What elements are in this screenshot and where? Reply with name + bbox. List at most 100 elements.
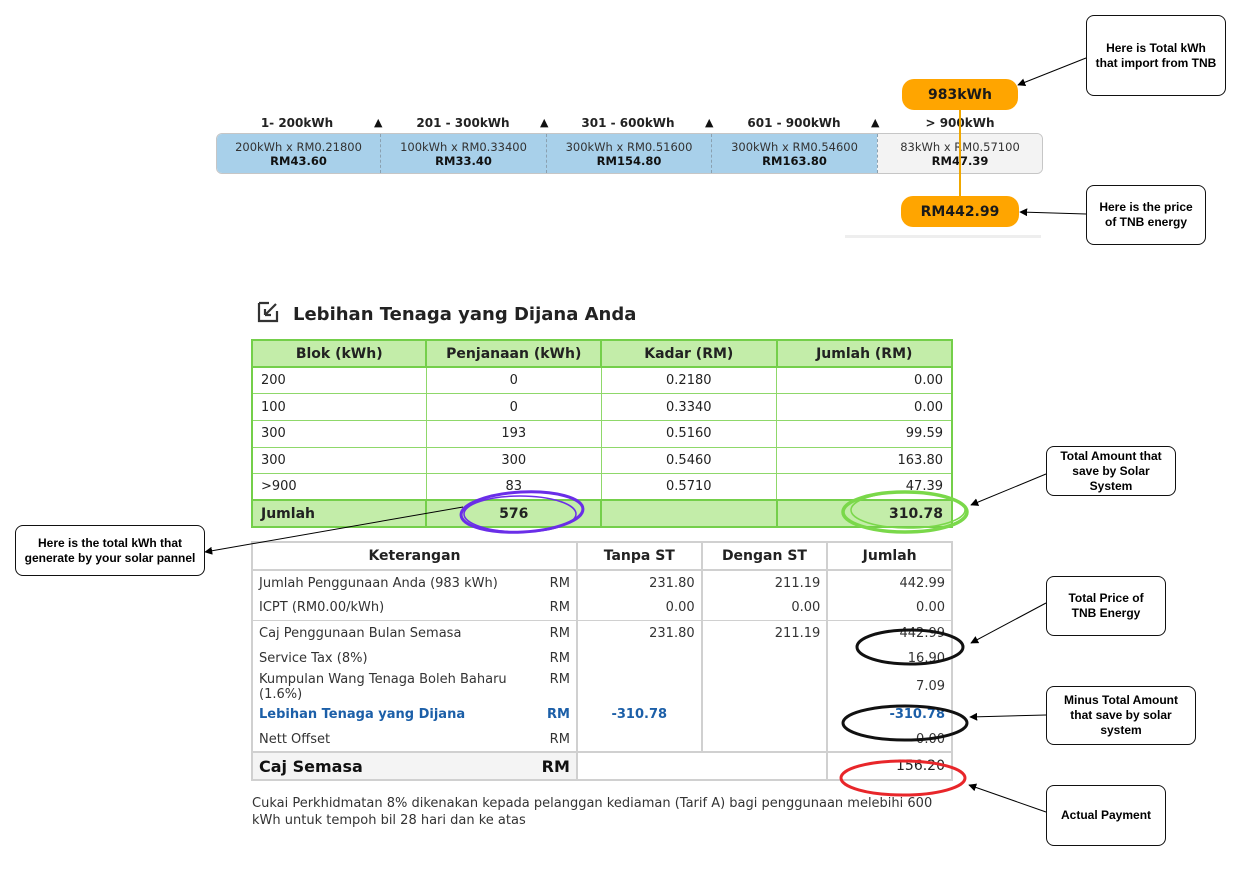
- tier-header-1: 1- 200kWh: [260, 116, 334, 130]
- table-row: >900 83 0.5710 47.39: [251, 473, 953, 501]
- callout-minus-saved: Minus Total Amount that save by solar sy…: [1046, 686, 1196, 745]
- final-charge-row: Caj Semasa RM 156.20: [251, 751, 953, 782]
- table-row: Nett Offset RM 0.00: [251, 726, 953, 754]
- cell-tanpa: -310.78: [575, 701, 703, 727]
- row-label: Kumpulan Wang Tenaga Boleh Baharu (1.6%): [259, 671, 507, 702]
- edit-icon: [257, 301, 279, 323]
- arrow-actual-payment: [968, 783, 1047, 813]
- final-empty-cell: [575, 751, 829, 782]
- row-label: ICPT (RM0.00/kWh): [259, 600, 385, 616]
- divider: [845, 235, 1041, 238]
- table-row: Lebihan Tenaga yang Dijana RM -310.78 -31…: [251, 701, 953, 727]
- cell-jumlah: 7.09: [826, 671, 953, 702]
- cell-generation: 193: [425, 419, 602, 448]
- tier-segment: 300kWh x RM0.54600 RM163.80: [711, 134, 877, 173]
- cell-amount: 0.00: [776, 366, 953, 395]
- currency-label: RM: [549, 600, 570, 616]
- table-row: Caj Penggunaan Bulan Semasa RM 231.80 211…: [251, 620, 953, 647]
- footnote: Cukai Perkhidmatan 8% dikenakan kepada p…: [252, 796, 933, 828]
- cell-tanpa: 231.80: [575, 620, 703, 647]
- tier-marker-icon: ▲: [705, 116, 714, 129]
- tier-marker-icon: ▲: [374, 116, 383, 129]
- currency-label: RM: [546, 706, 570, 722]
- row-label-cell: Service Tax (8%) RM: [251, 646, 578, 672]
- table-header-row: Blok (kWh) Penjanaan (kWh) Kadar (RM) Ju…: [250, 339, 953, 368]
- cell-dengan: [700, 671, 829, 702]
- currency-label: RM: [549, 671, 570, 687]
- table-row: 100 0 0.3340 0.00: [251, 393, 953, 421]
- cell-jumlah: 0.00: [826, 595, 953, 621]
- tier-marker-icon: ▲: [871, 116, 880, 129]
- cell-jumlah: 16.90: [826, 646, 953, 672]
- usage-marker-line: [959, 108, 961, 196]
- column-header: Dengan ST: [700, 541, 829, 571]
- summary-table: Keterangan Tanpa ST Dengan ST Jumlah Jum…: [251, 541, 953, 782]
- callout-actual-payment: Actual Payment: [1046, 785, 1166, 846]
- row-label-cell: Lebihan Tenaga yang Dijana RM: [251, 701, 578, 727]
- final-label-cell: Caj Semasa RM: [251, 751, 578, 782]
- cell-jumlah: 442.99: [826, 570, 953, 596]
- currency-label: RM: [541, 756, 570, 776]
- tier-amount: RM33.40: [435, 153, 492, 168]
- cell-tanpa: [575, 646, 703, 672]
- tier-segment: 100kWh x RM0.33400 RM33.40: [380, 134, 546, 173]
- column-header: Blok (kWh): [250, 339, 428, 368]
- total-price-pill: RM442.99: [901, 196, 1019, 227]
- tier-amount: RM43.60: [270, 153, 327, 168]
- cell-jumlah: -310.78: [826, 701, 953, 727]
- column-header: Tanpa ST: [575, 541, 703, 571]
- cell-jumlah: 442.99: [826, 620, 953, 647]
- cell-rate: 0.5160: [600, 419, 778, 448]
- tier-header-3: 301 - 600kWh: [581, 116, 675, 130]
- cell-generation: 300: [425, 446, 602, 475]
- cell-tanpa: [575, 671, 703, 702]
- table-row: ICPT (RM0.00/kWh) RM 0.00 0.00 0.00: [251, 595, 953, 621]
- cell-tanpa: [575, 726, 703, 754]
- cell-generation: 83: [425, 473, 602, 501]
- tier-segment: 200kWh x RM0.21800 RM43.60: [217, 134, 380, 173]
- callout-tnb-price: Here is the price of TNB energy: [1086, 185, 1206, 245]
- cell-rate: 0.5460: [600, 446, 778, 475]
- cell-dengan: [700, 726, 829, 754]
- row-label: Lebihan Tenaga yang Dijana: [259, 706, 466, 722]
- row-label: Caj Penggunaan Bulan Semasa: [259, 626, 462, 642]
- total-kwh-pill: 983kWh: [902, 79, 1018, 110]
- generation-table: Blok (kWh) Penjanaan (kWh) Kadar (RM) Ju…: [250, 339, 953, 529]
- arrow-saved-amount: [970, 473, 1047, 506]
- cell-dengan: [700, 646, 829, 672]
- currency-label: RM: [549, 651, 570, 667]
- row-label: Jumlah Penggunaan Anda (983 kWh): [259, 575, 498, 591]
- cell-rate: 0.2180: [600, 366, 778, 395]
- cell-block: 200: [251, 366, 427, 395]
- cell-jumlah: 0.00: [826, 726, 953, 754]
- currency-label: RM: [549, 575, 570, 591]
- callout-import-kwh: Here is Total kWh that import from TNB: [1086, 15, 1226, 96]
- table-row: 300 300 0.5460 163.80: [251, 446, 953, 475]
- tier-amount: RM163.80: [762, 153, 827, 168]
- row-label-cell: ICPT (RM0.00/kWh) RM: [251, 595, 578, 621]
- tier-header-2: 201 - 300kWh: [416, 116, 510, 130]
- column-header: Kadar (RM): [600, 339, 778, 368]
- row-label-cell: Jumlah Penggunaan Anda (983 kWh) RM: [251, 570, 578, 596]
- row-label: Service Tax (8%): [259, 651, 368, 667]
- cell-generation: 0: [425, 393, 602, 421]
- callout-total-price: Total Price of TNB Energy: [1046, 576, 1166, 636]
- table-row: 200 0 0.2180 0.00: [251, 366, 953, 395]
- table-header-row: Keterangan Tanpa ST Dengan ST Jumlah: [251, 541, 953, 571]
- table-row: Jumlah Penggunaan Anda (983 kWh) RM 231.8…: [251, 570, 953, 596]
- table-row: 300 193 0.5160 99.59: [251, 419, 953, 448]
- cell-amount: 0.00: [776, 393, 953, 421]
- cell-rate: 0.3340: [600, 393, 778, 421]
- table-total-row: Jumlah 576 310.78: [250, 499, 953, 529]
- row-label-cell: Kumpulan Wang Tenaga Boleh Baharu (1.6%)…: [251, 671, 578, 702]
- cell-generation: 0: [425, 366, 602, 395]
- cell-block: 300: [251, 419, 427, 448]
- tier-bar: 200kWh x RM0.21800 RM43.60 100kWh x RM0.…: [216, 133, 1043, 174]
- cell-block: >900: [251, 473, 427, 501]
- table-row: Service Tax (8%) RM 16.90: [251, 646, 953, 672]
- table-row: Kumpulan Wang Tenaga Boleh Baharu (1.6%)…: [251, 671, 953, 702]
- cell-dengan: 211.19: [700, 570, 829, 596]
- tier-header-4: 601 - 900kWh: [747, 116, 841, 130]
- cell-tanpa: 231.80: [575, 570, 703, 596]
- tier-segment: 300kWh x RM0.51600 RM154.80: [546, 134, 711, 173]
